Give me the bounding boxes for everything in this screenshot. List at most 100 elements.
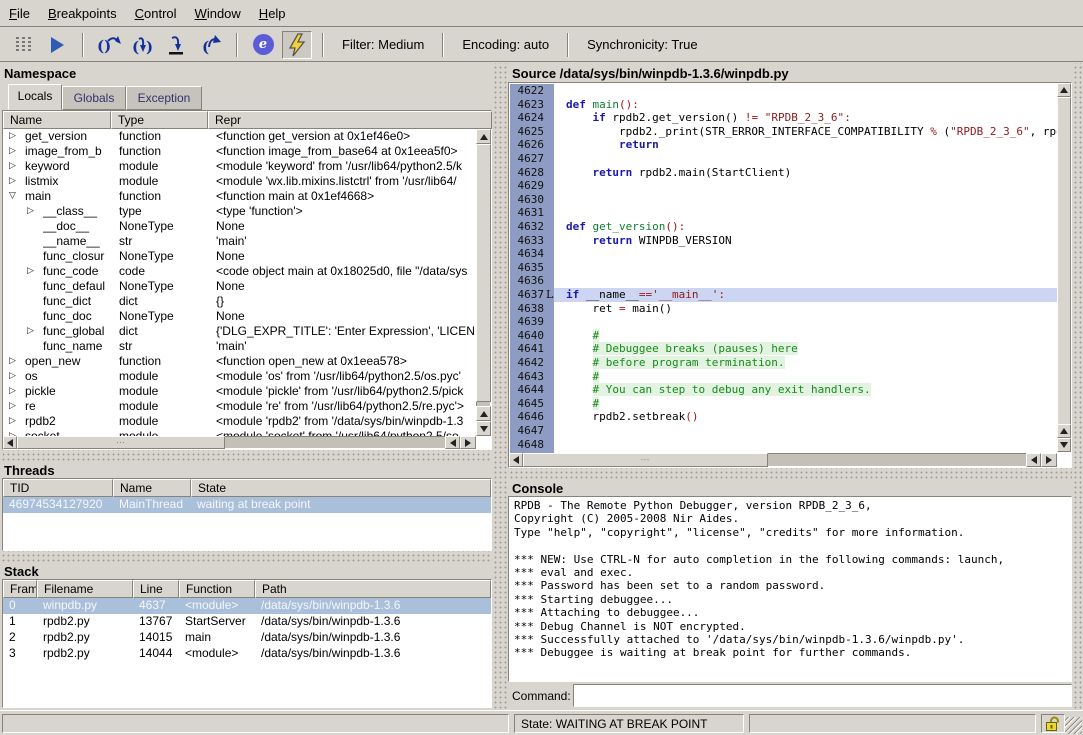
source-line-4629[interactable]: 4629 (510, 179, 1058, 193)
scroll-left-icon[interactable] (1026, 453, 1041, 467)
namespace-row-func_global[interactable]: ▷func_globaldict{'DLG_EXPR_TITLE': 'Ente… (3, 324, 476, 339)
expand-icon[interactable]: ▷ (9, 385, 16, 396)
column-header-name[interactable]: Name (3, 111, 111, 129)
namespace-row-rpdb2[interactable]: ▷rpdb2module<module 'rpdb2' from '/data/… (3, 414, 476, 429)
source-code[interactable]: 46224623def main():4624 if rpdb2.get_ver… (510, 84, 1058, 454)
tab-locals[interactable]: Locals (8, 84, 62, 110)
column-header-filename[interactable]: Filename (37, 580, 133, 598)
source-line-4627[interactable]: 4627 (510, 152, 1058, 166)
thread-row[interactable]: 46974534127920MainThreadwaiting at break… (3, 497, 491, 513)
go-button[interactable] (42, 31, 72, 59)
expand-icon[interactable]: ▷ (9, 130, 16, 141)
stack-frame-row[interactable]: 2rpdb2.py14015main/data/sys/bin/winpdb-1… (3, 630, 491, 646)
expand-icon[interactable]: ▷ (9, 400, 16, 411)
command-input[interactable] (573, 684, 1072, 707)
column-header-state[interactable]: State (191, 479, 491, 497)
source-view[interactable]: 46224623def main():4624 if rpdb2.get_ver… (508, 82, 1072, 468)
scroll-right-icon[interactable] (460, 436, 476, 449)
expand-icon[interactable]: ▷ (9, 175, 16, 186)
menu-breakpoints[interactable]: Breakpoints (39, 2, 126, 25)
next-button[interactable]: () (94, 31, 124, 59)
namespace-row-socket[interactable]: ▷socketmodule<module 'socket' from '/usr… (3, 429, 476, 436)
namespace-row-get_version[interactable]: ▷get_versionfunction<function get_versio… (3, 129, 476, 144)
stack-frame-row[interactable]: 3rpdb2.py14044<module>/data/sys/bin/winp… (3, 646, 491, 662)
source-line-4630[interactable]: 4630 (510, 193, 1058, 207)
menu-help[interactable]: Help (250, 2, 295, 25)
threads-stack-splitter[interactable] (0, 551, 492, 563)
scroll-up-icon[interactable] (1057, 424, 1071, 438)
scroll-left-icon[interactable] (3, 436, 17, 449)
expand-icon[interactable]: ▷ (27, 265, 34, 276)
scroll-down-icon[interactable] (476, 421, 491, 436)
scroll-up-icon[interactable] (476, 129, 491, 144)
menu-control[interactable]: Control (126, 2, 186, 25)
column-header-type[interactable]: Type (111, 111, 208, 129)
scroll-up-icon[interactable] (476, 406, 491, 421)
return-button[interactable]: ( (196, 31, 226, 59)
source-line-4631[interactable]: 4631 (510, 206, 1058, 220)
namespace-row-listmix[interactable]: ▷listmixmodule<module 'wx.lib.mixins.lis… (3, 174, 476, 189)
source-line-4642[interactable]: 4642 # before program termination. (510, 356, 1058, 370)
column-header-name[interactable]: Name (113, 479, 191, 497)
source-line-4638[interactable]: 4638 ret = main() (510, 302, 1058, 316)
expand-icon[interactable]: ▷ (9, 145, 16, 156)
column-header-tid[interactable]: TID (3, 479, 113, 497)
namespace-row-open_new[interactable]: ▷open_newfunction<function open_new at 0… (3, 354, 476, 369)
column-header-function[interactable]: Function (179, 580, 255, 598)
source-line-4647[interactable]: 4647 (510, 424, 1058, 438)
scroll-left-icon[interactable] (509, 453, 523, 467)
source-line-4645[interactable]: 4645 # (510, 397, 1058, 411)
goto-button[interactable] (162, 31, 192, 59)
expand-icon[interactable]: ▷ (9, 370, 16, 381)
namespace-row-__doc__[interactable]: __doc__NoneTypeNone (3, 219, 476, 234)
column-header-frame[interactable]: Frame (3, 580, 37, 598)
scroll-down-icon[interactable] (1057, 438, 1071, 452)
scroll-up-icon[interactable] (1057, 83, 1071, 97)
namespace-row-re[interactable]: ▷remodule<module 're' from '/usr/lib64/p… (3, 399, 476, 414)
source-line-4628[interactable]: 4628 return rpdb2.main(StartClient) (510, 166, 1058, 180)
expand-icon[interactable]: ▷ (27, 205, 34, 216)
namespace-row-__name__[interactable]: __name__str'main' (3, 234, 476, 249)
tab-exception[interactable]: Exception (126, 86, 202, 110)
tab-globals[interactable]: Globals (62, 86, 126, 110)
source-line-4625[interactable]: 4625 rpdb2._print(STR_ERROR_INTERFACE_CO… (510, 125, 1058, 139)
source-line-4640[interactable]: 4640 # (510, 329, 1058, 343)
synchronicity-button[interactable] (282, 31, 312, 59)
console-output[interactable]: RPDB - The Remote Python Debugger, versi… (508, 496, 1072, 682)
source-line-4632[interactable]: 4632def get_version(): (510, 220, 1058, 234)
scroll-right-icon[interactable] (1041, 453, 1057, 467)
source-line-4622[interactable]: 4622 (510, 84, 1058, 98)
namespace-row-func_closur[interactable]: func_closurNoneTypeNone (3, 249, 476, 264)
source-console-splitter[interactable] (508, 468, 1072, 480)
namespace-row-func_defaul[interactable]: func_defaulNoneTypeNone (3, 279, 476, 294)
expand-icon[interactable]: ▷ (9, 415, 16, 426)
namespace-row-os[interactable]: ▷osmodule<module 'os' from '/usr/lib64/p… (3, 369, 476, 384)
source-line-4634[interactable]: 4634 (510, 247, 1058, 261)
source-line-4636[interactable]: 4636 (510, 274, 1058, 288)
source-line-4624[interactable]: 4624 if rpdb2.get_version() != "RPDB_2_3… (510, 111, 1058, 125)
menu-window[interactable]: Window (186, 2, 250, 25)
expand-icon[interactable]: ▷ (9, 355, 16, 366)
menu-file[interactable]: File (0, 2, 39, 25)
namespace-row-func_doc[interactable]: func_docNoneTypeNone (3, 309, 476, 324)
namespace-row-__class__[interactable]: ▷__class__type<type 'function'> (3, 204, 476, 219)
source-line-4623[interactable]: 4623def main(): (510, 98, 1058, 112)
namespace-row-func_dict[interactable]: func_dictdict{} (3, 294, 476, 309)
source-line-4633[interactable]: 4633 return WINPDB_VERSION (510, 234, 1058, 248)
namespace-row-func_name[interactable]: func_namestr'main' (3, 339, 476, 354)
scroll-left-icon[interactable] (445, 436, 460, 449)
namespace-row-func_code[interactable]: ▷func_codecode<code object main at 0x180… (3, 264, 476, 279)
column-header-path[interactable]: Path (255, 580, 491, 598)
expand-icon[interactable]: ▷ (9, 160, 16, 171)
source-line-4648[interactable]: 4648 (510, 438, 1058, 452)
source-line-4641[interactable]: 4641 # Debuggee breaks (pauses) here (510, 342, 1058, 356)
column-header-line[interactable]: Line (133, 580, 179, 598)
source-line-4626[interactable]: 4626 return (510, 138, 1058, 152)
step-into-button[interactable]: () (128, 31, 158, 59)
exception-mode-button[interactable]: e (248, 31, 278, 59)
collapse-icon[interactable]: ▽ (9, 190, 16, 201)
source-line-4644[interactable]: 4644 # You can step to debug any exit ha… (510, 383, 1058, 397)
column-header-repr[interactable]: Repr (208, 111, 492, 129)
source-line-4637[interactable]: 4637Lif __name__=='__main__': (510, 288, 1058, 302)
source-line-4646[interactable]: 4646 rpdb2.setbreak() (510, 410, 1058, 424)
